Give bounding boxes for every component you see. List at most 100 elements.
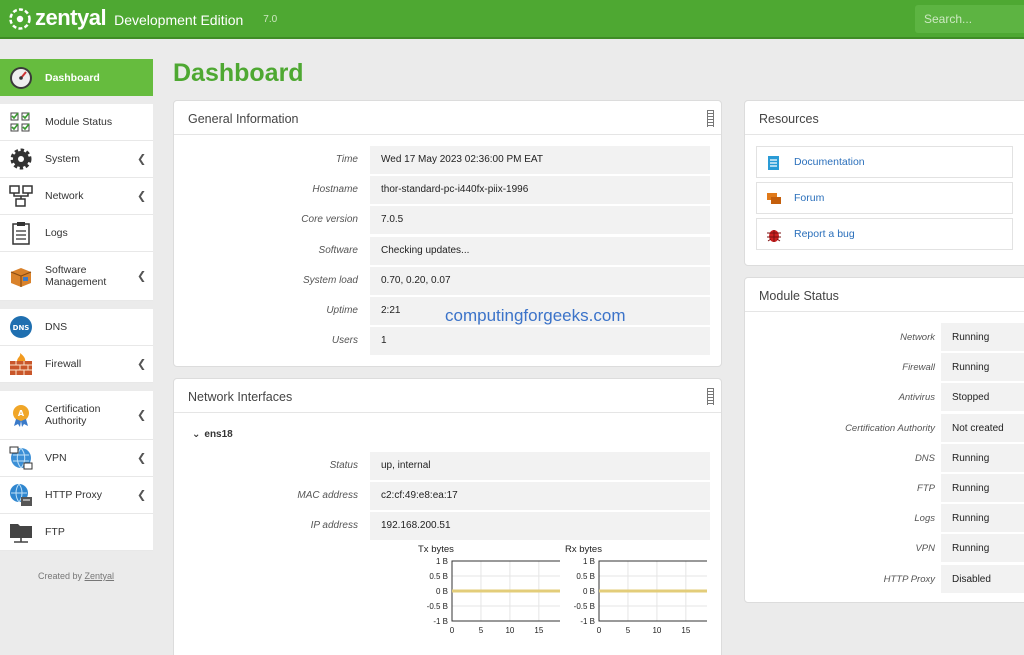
module-state: Running	[941, 443, 1024, 472]
chevron-left-icon: ❮	[137, 190, 147, 203]
module-state: Disabled	[941, 564, 1024, 593]
dns-icon: DNS	[10, 316, 32, 338]
sidebar-item-label: Certification Authority	[45, 403, 101, 427]
module-name: DNS	[914, 452, 935, 464]
module-state: Stopped	[941, 383, 1024, 412]
info-value: 0.70, 0.20, 0.07	[370, 267, 710, 295]
y-tick-label: 0.5 B	[576, 572, 595, 581]
top-bar: zentyal Development Edition 7.0	[0, 0, 1024, 39]
sidebar-item-label: Logs	[45, 227, 68, 239]
sidebar-item-system[interactable]: System ❮	[0, 141, 153, 178]
info-row-uptime: Uptime 2:21	[174, 297, 714, 325]
module-state: Running	[941, 504, 1024, 533]
chevron-left-icon: ❮	[137, 153, 147, 166]
sidebar-item-label: DNS	[45, 321, 68, 333]
interface-toggle[interactable]: ⌄ ens18	[192, 429, 233, 440]
module-state: Not created	[941, 413, 1024, 442]
module-status-row: Logs Running	[745, 504, 1024, 533]
zentyal-logo[interactable]: zentyal Development Edition 7.0	[8, 5, 278, 32]
sidebar-item-network[interactable]: Network ❮	[0, 178, 153, 215]
x-tick-label: 10	[505, 626, 514, 635]
y-tick-label: 0 B	[436, 587, 448, 596]
sidebar-item-dashboard[interactable]: Dashboard	[0, 59, 153, 96]
chevron-left-icon: ❮	[137, 489, 147, 502]
info-row-users: Users 1	[174, 327, 714, 355]
sidebar-item-label: Dashboard	[45, 71, 100, 84]
resource-link-documentation[interactable]: Documentation	[756, 146, 1013, 178]
info-row-hostname: Hostname thor-standard-pc-i440fx-piix-19…	[174, 176, 714, 204]
panel-header: General Information	[174, 101, 721, 135]
vpn-icon	[9, 446, 33, 470]
firewall-brick-icon	[10, 353, 32, 375]
tx-bytes-plot: 1 B0.5 B0 B-0.5 B-1 B0 5 10 15	[427, 557, 560, 635]
sidebar-group-services: DNS DNS Firewall ❮	[0, 309, 153, 383]
svg-text:DNS: DNS	[13, 324, 30, 332]
zentyal-link[interactable]: Zentyal	[85, 571, 115, 581]
sidebar-item-firewall[interactable]: Firewall ❮	[0, 346, 153, 383]
resource-link-label: Forum	[794, 192, 825, 204]
zentyal-logo-icon	[9, 8, 31, 30]
search-input[interactable]	[915, 5, 1024, 33]
chevron-down-icon: ⌄	[192, 429, 201, 440]
bug-icon	[767, 230, 781, 242]
dashboard-gauge-icon	[10, 66, 32, 89]
sidebar-item-dns[interactable]: DNS DNS	[0, 309, 153, 346]
resource-link-report-bug[interactable]: Report a bug	[756, 218, 1013, 250]
rx-bytes-chart: Rx bytes 1 B 0.5 B0 B -0.5 B -1 B 0 5 10 15	[537, 543, 707, 653]
module-name: Firewall	[902, 362, 935, 374]
version-label: 7.0	[263, 14, 278, 25]
module-state: Running	[941, 474, 1024, 502]
network-interfaces-panel: Network Interfaces ⌄ ens18 Status up, int…	[173, 378, 722, 655]
module-status-row: Firewall Running	[745, 353, 1024, 382]
iface-row-mac: MAC address c2:cf:49:e8:ea:17	[174, 482, 714, 510]
y-tick-label: 0.5 B	[429, 572, 448, 581]
iface-key: Status	[329, 460, 358, 471]
module-name: Antivirus	[898, 392, 935, 404]
x-tick-label: 5	[626, 626, 631, 635]
info-value: thor-standard-pc-i440fx-piix-1996	[370, 176, 710, 204]
info-row-system-load: System load 0.70, 0.20, 0.07	[174, 267, 714, 295]
module-status-row: DNS Running	[745, 443, 1024, 472]
panel-header: Network Interfaces	[174, 379, 721, 413]
module-status-row: Certification Authority Not created	[745, 413, 1024, 442]
gear-icon	[10, 148, 32, 170]
sidebar-item-ftp[interactable]: FTP	[0, 514, 153, 551]
info-key: Users	[331, 335, 358, 346]
resource-link-forum[interactable]: Forum	[756, 182, 1013, 214]
sidebar-item-logs[interactable]: Logs	[0, 215, 153, 252]
panel-header: Module Status	[745, 278, 1024, 312]
y-tick-label: -0.5 B	[427, 602, 448, 611]
document-icon	[768, 156, 779, 170]
edition-label: Development Edition	[114, 11, 244, 28]
x-tick-label: 15	[681, 626, 690, 635]
y-tick-label: -0.5 B	[574, 602, 595, 611]
info-value: Wed 17 May 2023 02:36:00 PM EAT	[370, 146, 710, 174]
sidebar-item-label: FTP	[45, 526, 65, 538]
sidebar-item-vpn[interactable]: VPN ❮	[0, 440, 153, 477]
y-tick-label: -1 B	[433, 617, 448, 626]
sidebar-item-module-status[interactable]: Module Status	[0, 104, 153, 141]
page-title: Dashboard	[173, 59, 304, 87]
drag-handle-icon[interactable]	[707, 388, 714, 405]
chevron-left-icon: ❮	[137, 358, 147, 371]
ftp-folder-icon	[10, 524, 32, 543]
drag-handle-icon[interactable]	[707, 110, 714, 127]
panel-title: Module Status	[759, 289, 839, 303]
tx-bytes-chart: Tx bytes 1 B 0.5 B0 B -0.5 B -1 B 0 5 10 15	[390, 543, 560, 653]
info-key: Uptime	[326, 305, 358, 316]
info-row-time: Time Wed 17 May 2023 02:36:00 PM EAT	[174, 146, 714, 174]
sidebar-item-certification-authority[interactable]: A Certification Authority ❮	[0, 391, 153, 440]
x-tick-label: 0	[450, 626, 455, 635]
info-value: 1	[370, 327, 710, 355]
package-box-icon	[10, 268, 32, 287]
module-name: Logs	[914, 513, 935, 525]
y-tick-label: -1 B	[580, 617, 595, 626]
sidebar-item-software-management[interactable]: Software Management ❮	[0, 252, 153, 301]
module-name: HTTP Proxy	[883, 573, 935, 585]
sidebar-item-http-proxy[interactable]: HTTP Proxy ❮	[0, 477, 153, 514]
info-row-core-version: Core version 7.0.5	[174, 206, 714, 234]
chevron-left-icon: ❮	[137, 270, 147, 283]
y-tick-label: 1 B	[583, 557, 595, 566]
sidebar: Dashboard Module Status System ❮ Network	[0, 59, 153, 559]
sidebar-item-label: VPN	[45, 452, 67, 464]
